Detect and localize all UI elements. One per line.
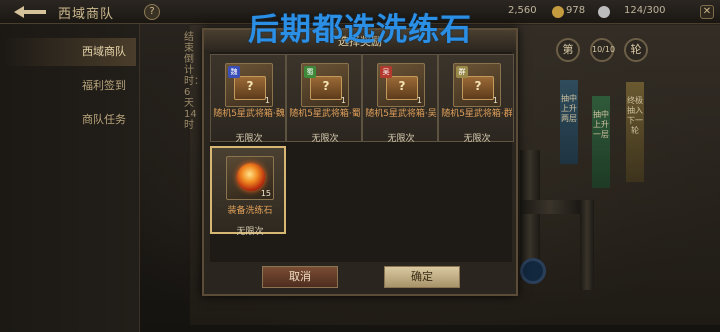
reward-limit: 无限次: [236, 227, 264, 237]
reward-name: 随机5星武将箱·吴: [365, 109, 437, 119]
question-mark-icon: ?: [246, 79, 254, 93]
reward-limit: 无限次: [311, 134, 339, 144]
confirm-button[interactable]: 确定: [384, 266, 460, 288]
reward-limit: 无限次: [387, 134, 415, 144]
chest-image: ? 蜀 1: [301, 63, 349, 107]
flag-rise-two: 抽中上升两层: [560, 80, 578, 164]
chest-image: ? 吴 1: [377, 63, 425, 107]
reward-name: 随机5星武将箱·魏: [213, 109, 285, 119]
reward-limit: 无限次: [463, 134, 491, 144]
faction-badge: 蜀: [304, 66, 316, 78]
question-mark-icon: ?: [322, 79, 330, 93]
question-mark-icon: ?: [398, 79, 406, 93]
refine-stone-image: 15: [226, 156, 274, 200]
chest-image: ? 魏 1: [225, 63, 273, 107]
background-pipe: [520, 200, 580, 214]
sidebar-item-checkin[interactable]: 福利签到: [4, 72, 136, 100]
treasure-chest-icon: ?: [234, 76, 266, 100]
sidebar: 西域商队 福利签到 商队任务: [0, 24, 140, 332]
chest-image: ? 群 1: [453, 63, 501, 107]
treasure-chest-icon: ?: [310, 76, 342, 100]
faction-badge: 魏: [228, 66, 240, 78]
faction-badge: 吴: [380, 66, 392, 78]
reward-card-wu[interactable]: ? 吴 1 随机5星武将箱·吴 无限次: [362, 54, 438, 144]
reward-card-wei[interactable]: ? 魏 1 随机5星武将箱·魏 无限次: [210, 54, 286, 144]
background-pipe: [580, 200, 594, 290]
flag-final: 终极 抽入下一轮: [626, 82, 644, 182]
item-quantity: 1: [416, 96, 422, 105]
reward-grid: ? 魏 1 随机5星武将箱·魏 无限次 ? 蜀 1 随机5星武将箱·蜀 无限次 …: [210, 52, 514, 262]
cancel-button[interactable]: 取消: [262, 266, 338, 288]
reward-name: 随机5星武将箱·蜀: [289, 109, 361, 119]
reward-card-refine-stone[interactable]: 15 装备洗练石 无限次: [210, 146, 286, 237]
treasure-chest-icon: ?: [462, 76, 494, 100]
faction-badge: 群: [456, 66, 468, 78]
reward-name: 装备洗练石: [227, 206, 273, 216]
question-mark-icon: ?: [474, 79, 482, 93]
sidebar-item-tasks[interactable]: 商队任务: [4, 106, 136, 134]
treasure-chest-icon: ?: [386, 76, 418, 100]
item-quantity: 1: [264, 96, 270, 105]
reward-card-shu[interactable]: ? 蜀 1 随机5星武将箱·蜀 无限次: [286, 54, 362, 144]
item-quantity: 15: [260, 189, 271, 198]
overlay-caption: 后期都选洗练石: [248, 12, 472, 48]
flag-rise-one: 抽中上升一层: [592, 96, 610, 188]
background-gear: [520, 258, 546, 284]
item-quantity: 1: [340, 96, 346, 105]
reward-limit: 无限次: [235, 134, 263, 144]
reward-name: 随机5星武将箱·群: [441, 109, 513, 119]
reward-select-dialog: 选择奖励 ? 魏 1 随机5星武将箱·魏 无限次 ? 蜀 1 随机5星武将箱·蜀…: [202, 28, 518, 296]
reward-card-qun[interactable]: ? 群 1 随机5星武将箱·群 无限次: [438, 54, 514, 144]
refine-stone-icon: [237, 163, 265, 191]
item-quantity: 1: [492, 96, 498, 105]
